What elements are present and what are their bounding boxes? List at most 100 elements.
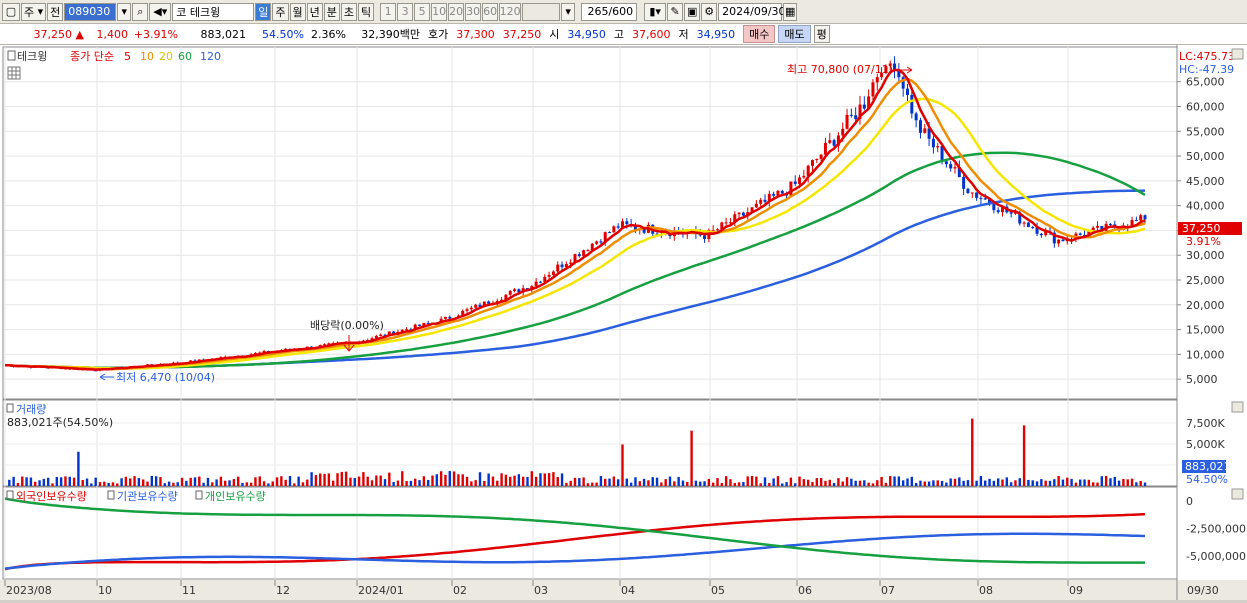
candle-body [551, 271, 555, 275]
minute-10[interactable]: 10 [431, 2, 448, 21]
volume-bar [1122, 478, 1125, 486]
candle-body [1061, 239, 1065, 242]
x-tick-label: 04 [621, 584, 635, 597]
buy-button[interactable]: 매수 [743, 25, 776, 43]
tab-period-tick[interactable]: 틱 [358, 2, 375, 21]
eval-button[interactable]: 평 [813, 25, 830, 43]
volume-bar [8, 479, 11, 486]
candle-body [418, 324, 422, 326]
stock-name-field[interactable]: 코 테크윙 [172, 2, 255, 21]
candle-body [931, 138, 935, 148]
tab-period-month[interactable]: 월 [289, 2, 306, 21]
scroll-up-button[interactable] [1231, 48, 1244, 60]
candle-body [979, 197, 983, 199]
volume-bar [1022, 425, 1026, 486]
volume-bar [414, 478, 417, 486]
chart-area[interactable]: 65,00060,00055,00050,00045,00040,00035,0… [0, 45, 1247, 600]
tab-period-year[interactable]: 년 [306, 2, 323, 21]
volume-bar [768, 482, 771, 486]
volume-bar [604, 478, 607, 486]
speaker-icon[interactable]: ◀▾ [149, 2, 172, 21]
minute-custom-input[interactable] [522, 2, 561, 21]
candle-settings-icon[interactable]: ▮▾ [644, 2, 667, 21]
volume-bar [1143, 482, 1147, 486]
volume-bar [1040, 479, 1043, 486]
stock-code-input[interactable]: 089030 [64, 2, 117, 21]
candle-body [811, 160, 814, 166]
volume-bar [77, 451, 80, 486]
candle-body [642, 229, 646, 233]
minute-120[interactable]: 120 [499, 2, 522, 21]
candle-body [547, 274, 551, 277]
minute-5[interactable]: 5 [414, 2, 431, 21]
volume-bar [556, 477, 559, 486]
bar-count-input[interactable]: 265/600 [581, 2, 638, 21]
search-icon[interactable]: ⌕ [132, 2, 149, 21]
trade-amount: 32,390백만 [361, 28, 420, 41]
type-select[interactable]: 전 [47, 2, 64, 21]
sell-button[interactable]: 매도 [778, 25, 811, 43]
volume-bar [655, 477, 659, 486]
volume-bar [141, 479, 145, 486]
minute-60[interactable]: 60 [482, 2, 499, 21]
legend-ma60: 60 [178, 50, 192, 63]
volume-tick-label: 5,000K [1186, 438, 1225, 451]
volume-bar [249, 482, 253, 486]
minute-1[interactable]: 1 [380, 2, 397, 21]
volume-bar [901, 480, 905, 486]
minute-30[interactable]: 30 [465, 2, 482, 21]
last-pct-label: 3.91% [1186, 235, 1221, 248]
volume-bar [146, 481, 149, 486]
market-select[interactable]: 주 ▾ [21, 2, 47, 21]
volume-bar [185, 480, 188, 486]
candle-body [737, 212, 741, 215]
tab-period-minute[interactable]: 분 [323, 2, 340, 21]
tab-period-second[interactable]: 초 [340, 2, 358, 21]
volume-bar [504, 474, 508, 486]
calendar-icon[interactable]: ▦ [783, 2, 798, 21]
volume-bar [262, 481, 266, 486]
candle-body [616, 226, 620, 228]
volume-bar [90, 483, 93, 486]
x-tick-label: 05 [711, 584, 725, 597]
volume-tag-pct: 54.50% [1186, 473, 1228, 486]
volume-value: 883,021 [200, 27, 247, 41]
tab-period-day[interactable]: 일 [255, 2, 272, 21]
minute-3[interactable]: 3 [397, 2, 414, 21]
volume-bar [867, 482, 870, 486]
gear-icon[interactable]: ⚙ [701, 2, 718, 21]
dropdown-icon[interactable]: ▾ [117, 2, 132, 21]
tab-period-week[interactable]: 주 [272, 2, 289, 21]
draw-tool-icon[interactable]: ✎ [667, 2, 684, 21]
dropdown-icon[interactable]: ▾ [561, 2, 576, 21]
volume-bar [111, 482, 115, 486]
candle-body [970, 192, 974, 194]
x-tick-label: 03 [534, 584, 548, 597]
candle-body [1096, 226, 1099, 228]
candle-body [759, 199, 763, 204]
x-tick-label: 08 [979, 584, 993, 597]
minute-20[interactable]: 20 [448, 2, 465, 21]
holding-scroll-button[interactable] [1231, 488, 1244, 500]
volume-bar [763, 477, 767, 486]
candle-body [789, 181, 793, 196]
window-icon[interactable]: ▢ [2, 2, 20, 21]
chart-svg[interactable]: 65,00060,00055,00050,00045,00040,00035,0… [0, 45, 1247, 600]
volume-bar [573, 477, 577, 486]
volume-bar [776, 476, 780, 486]
volume-bar [634, 477, 637, 486]
volume-bar [629, 482, 633, 486]
volume-bar [349, 477, 352, 486]
date-input[interactable]: 2024/09/30 [718, 2, 786, 21]
volume-tag-label: 883,021 [1185, 460, 1231, 473]
table-icon[interactable] [7, 66, 21, 80]
volume-bar [945, 482, 948, 486]
save-icon[interactable]: ▣ [684, 2, 701, 21]
volume-bar [1117, 480, 1121, 486]
candle-body [534, 281, 538, 287]
volume-bar [461, 474, 464, 486]
volume-bar [841, 481, 844, 486]
candle-body [1134, 219, 1138, 221]
volume-scroll-button[interactable] [1231, 401, 1244, 413]
volume-bar [962, 480, 965, 486]
